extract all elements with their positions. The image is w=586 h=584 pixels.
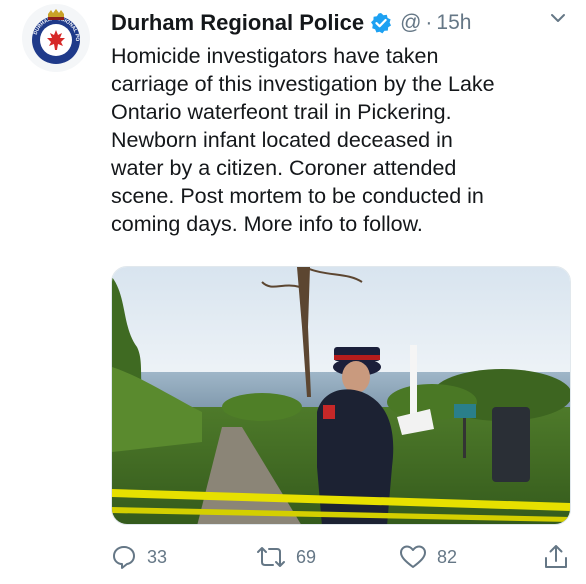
photo-scene	[112, 267, 570, 524]
tweet[interactable]: DURHAM REGIONAL POLICE Durham Regional P…	[0, 0, 586, 584]
retweet-button[interactable]: 69	[256, 540, 316, 574]
tweet-header: Durham Regional Police @ · 15h	[111, 6, 576, 40]
avatar[interactable]: DURHAM REGIONAL POLICE	[22, 4, 90, 72]
heart-icon	[399, 544, 427, 570]
share-button[interactable]	[543, 540, 569, 574]
author-handle[interactable]: @	[400, 11, 421, 35]
retweet-count: 69	[296, 546, 317, 567]
chevron-down-icon[interactable]	[548, 8, 568, 28]
reply-count: 33	[147, 546, 168, 567]
police-badge-icon: DURHAM REGIONAL POLICE	[22, 4, 80, 64]
tweet-timestamp[interactable]: 15h	[436, 11, 471, 35]
like-button[interactable]: 82	[399, 540, 457, 574]
share-icon	[543, 543, 569, 571]
tweet-actions: 33 69 82	[111, 540, 576, 574]
retweet-icon	[256, 544, 286, 570]
header-separator: ·	[425, 11, 433, 34]
author-display-name[interactable]: Durham Regional Police	[111, 10, 364, 36]
like-count: 82	[437, 546, 458, 567]
tweet-photo[interactable]	[111, 266, 571, 525]
reply-button[interactable]: 33	[111, 540, 167, 574]
verified-badge-icon	[370, 12, 392, 34]
tweet-text: Homicide investigators have taken carria…	[111, 44, 495, 236]
reply-icon	[111, 544, 137, 570]
